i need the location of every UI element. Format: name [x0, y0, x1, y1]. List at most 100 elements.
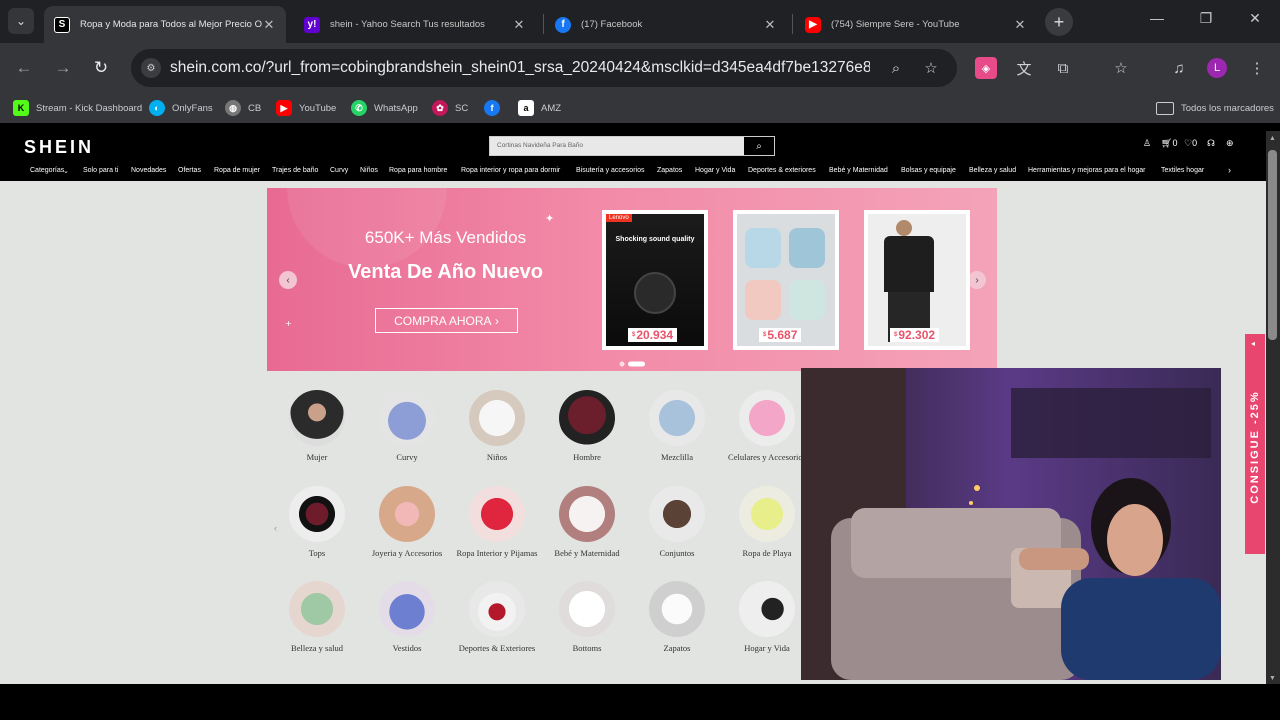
search-icon[interactable]: ⌕ [744, 137, 774, 155]
nav-item[interactable]: Deportes & exteriores [748, 167, 816, 174]
scroll-up-icon[interactable]: ▲ [1269, 135, 1276, 142]
nav-item[interactable]: Ropa de mujer [214, 167, 260, 174]
collapse-arrow-icon[interactable]: ◂ [1251, 339, 1255, 348]
extension-icon[interactable]: ◈ [975, 57, 997, 79]
nav-item[interactable]: Textiles hogar [1161, 167, 1204, 174]
shein-logo[interactable]: SHEIN [24, 137, 94, 158]
category-item[interactable]: Bebé y Maternidad [542, 486, 632, 559]
bookmark-amz[interactable]: a AMZ [518, 99, 561, 117]
account-icon[interactable]: ♙ [1143, 138, 1151, 149]
nav-item[interactable]: Ropa para hombre [389, 167, 447, 174]
category-item[interactable]: Conjuntos [632, 486, 722, 559]
shop-now-button[interactable]: COMPRA AHORA › [375, 308, 518, 333]
reload-icon[interactable]: ↻ [88, 55, 114, 81]
translate-icon[interactable]: 文 [1013, 57, 1035, 79]
hero-banner[interactable]: ✦ + 650K+ Más Vendidos Venta De Año Nuev… [267, 188, 997, 371]
category-item[interactable]: Mujer [272, 390, 362, 463]
category-image [289, 486, 345, 542]
category-item[interactable]: Belleza y salud [272, 581, 362, 654]
window-close-icon[interactable]: ✕ [1240, 10, 1270, 27]
nav-item[interactable]: Trajes de baño [272, 167, 318, 174]
media-control-icon[interactable]: ♫ [1168, 57, 1190, 79]
language-globe-icon[interactable]: ⊕ [1226, 138, 1234, 149]
category-image [289, 581, 345, 637]
tab-facebook[interactable]: f (17) Facebook ✕ [545, 6, 787, 43]
category-item[interactable]: Vestidos [362, 581, 452, 654]
nav-item[interactable]: Belleza y salud [969, 167, 1016, 174]
back-icon[interactable]: ← [11, 55, 37, 81]
bookmark-onlyfans[interactable]: ◐ OnlyFans [149, 99, 213, 117]
category-item[interactable]: Niños [452, 390, 542, 463]
category-item[interactable]: Joyeria y Accesorios [362, 486, 452, 559]
nav-item[interactable]: Niños [360, 167, 378, 174]
close-icon[interactable]: ✕ [262, 17, 276, 33]
wishlist-icon[interactable]: ♡0 [1184, 138, 1197, 149]
nav-item[interactable]: Ofertas [178, 167, 201, 174]
scroll-down-icon[interactable]: ▼ [1269, 675, 1276, 682]
nav-item[interactable]: Bolsas y equipaje [901, 167, 956, 174]
minimize-icon[interactable]: — [1142, 10, 1172, 26]
new-tab-button[interactable]: + [1045, 8, 1073, 36]
banner-next-icon[interactable]: › [968, 271, 986, 289]
bookmark-youtube[interactable]: ▶ YouTube [276, 99, 336, 117]
bookmark-sc[interactable]: ✿ SC [432, 99, 468, 117]
bookmark-kick[interactable]: K Stream - Kick Dashboard [13, 99, 142, 117]
nav-item[interactable]: Novedades [131, 167, 166, 174]
favorites-icon[interactable]: ☆ [1110, 57, 1132, 79]
category-item[interactable]: Bottoms [542, 581, 632, 654]
category-item[interactable]: Celulares y Accesorios [722, 390, 812, 463]
forward-icon[interactable]: → [50, 55, 76, 81]
nav-item[interactable]: Bebé y Maternidad [829, 167, 888, 174]
shein-header: SHEIN Cortinas Navideña Para Baño ⌕ ♙ 🛒︎… [0, 131, 1266, 181]
nav-item[interactable]: Ropa interior y ropa para dormir [461, 167, 560, 174]
scroll-thumb[interactable] [1268, 150, 1277, 340]
carousel-dots[interactable] [619, 360, 649, 368]
avatar[interactable]: L [1207, 58, 1227, 78]
product-card-mens-set[interactable]: $92.302 [864, 210, 970, 350]
zoom-icon[interactable]: ⌕ [885, 57, 907, 79]
close-icon[interactable]: ✕ [1013, 17, 1027, 33]
nav-item[interactable]: Herramientas y mejoras para el hogar [1028, 167, 1146, 174]
close-icon[interactable]: ✕ [512, 17, 526, 33]
category-item[interactable]: Curvy [362, 390, 452, 463]
tab-shein[interactable]: S Ropa y Moda para Todos al Mejor Precio… [44, 6, 286, 43]
support-icon[interactable]: ☊ [1207, 138, 1215, 149]
category-item[interactable]: Ropa Interior y Pijamas [452, 486, 542, 559]
nav-item[interactable]: Zapatos [657, 167, 682, 174]
banner-prev-icon[interactable]: ‹ [279, 271, 297, 289]
close-icon[interactable]: ✕ [763, 17, 777, 33]
tab-youtube[interactable]: ▶ (754) Siempre Sere - YouTube ✕ [795, 6, 1037, 43]
nav-item[interactable]: Hogar y Vida [695, 167, 735, 174]
category-item[interactable]: Deportes & Exteriores [452, 581, 542, 654]
nav-categorias[interactable]: Categorías [30, 167, 64, 174]
site-settings-icon[interactable]: ⚙ [141, 58, 161, 78]
product-card-earbuds-set[interactable]: $5.687 [733, 210, 839, 350]
category-item[interactable]: Tops [272, 486, 362, 559]
category-item[interactable]: Ropa de Playa [722, 486, 812, 559]
category-item[interactable]: Hogar y Vida [722, 581, 812, 654]
restore-icon[interactable]: ❐ [1191, 10, 1221, 27]
promo-side-tab[interactable]: ◂ CONSIGUE -25% [1245, 334, 1265, 554]
category-item[interactable]: Mezclilla [632, 390, 722, 463]
bookmark-cb[interactable]: ◍ CB [225, 99, 261, 117]
tab-yahoo[interactable]: y! shein - Yahoo Search Tus resultados ✕ [294, 6, 536, 43]
product-card-earbuds[interactable]: Lenovo Shocking sound quality $20.934 [602, 210, 708, 350]
nav-item[interactable]: Bisutería y accesorios [576, 167, 644, 174]
menu-icon[interactable]: ⋮ [1246, 57, 1268, 79]
address-bar[interactable]: ⚙ shein.com.co/?url_from=cobingbrandshei… [131, 49, 957, 87]
bookmark-facebook[interactable]: f [484, 99, 507, 117]
extensions-puzzle-icon[interactable]: ⧉ [1052, 57, 1074, 79]
tab-search-chevron-icon[interactable]: ⌄ [8, 8, 34, 34]
category-item[interactable]: Hombre [542, 390, 632, 463]
cart-icon[interactable]: 🛒︎0 [1161, 138, 1177, 149]
category-item[interactable]: Zapatos [632, 581, 722, 654]
bookmark-star-icon[interactable]: ☆ [920, 57, 942, 79]
webcam-overlay [801, 368, 1221, 680]
nav-item[interactable]: Solo para ti [83, 167, 118, 174]
all-bookmarks[interactable]: Todos los marcadores [1156, 99, 1274, 117]
chevron-right-icon[interactable]: › [1228, 165, 1231, 175]
nav-item[interactable]: Curvy [330, 167, 348, 174]
bookmark-whatsapp[interactable]: ✆ WhatsApp [351, 99, 418, 117]
search-input[interactable]: Cortinas Navideña Para Baño ⌕ [489, 136, 775, 156]
url-text[interactable]: shein.com.co/?url_from=cobingbrandshein_… [170, 59, 870, 77]
